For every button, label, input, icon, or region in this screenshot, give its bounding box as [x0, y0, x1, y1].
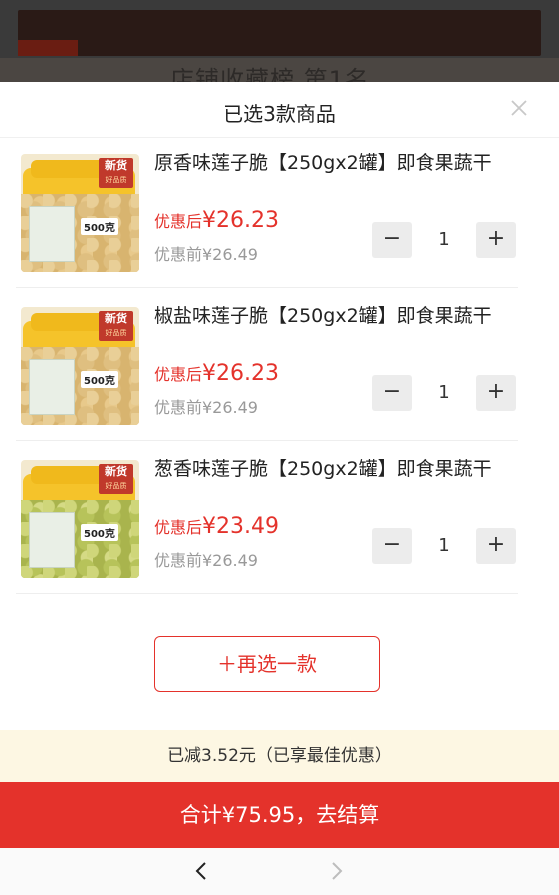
quantity-stepper: − 1 + — [372, 222, 516, 258]
increase-quantity-button[interactable]: + — [476, 222, 516, 258]
increase-quantity-button[interactable]: + — [476, 528, 516, 564]
new-goods-badge: 新货 好品质 — [99, 464, 133, 494]
product-title[interactable]: 原香味莲子脆【250gx2罐】即食果蔬干 — [154, 150, 516, 176]
quantity-value[interactable]: 1 — [412, 222, 476, 258]
price-after-discount: 优惠后¥26.23 — [154, 208, 279, 233]
quantity-stepper: − 1 + — [372, 528, 516, 564]
selected-items-sheet: 已选3款商品 500克 新货 好品质 原香味莲子脆【250gx2罐】即食果蔬干 优… — [0, 82, 559, 895]
product-image[interactable]: 500克 新货 好品质 — [21, 154, 139, 272]
chevron-left-icon[interactable] — [186, 856, 216, 886]
price-after-discount: 优惠后¥26.23 — [154, 361, 279, 386]
decrease-quantity-button[interactable]: − — [372, 528, 412, 564]
product-image[interactable]: 500克 新货 好品质 — [21, 460, 139, 578]
price-before-discount: 优惠前¥26.49 — [154, 398, 258, 417]
price-before-discount: 优惠前¥26.49 — [154, 551, 258, 570]
product-title[interactable]: 椒盐味莲子脆【250gx2罐】即食果蔬干 — [154, 303, 516, 329]
add-another-item-button[interactable]: ＋再选一款 — [154, 636, 380, 692]
browser-nav-bar — [0, 848, 559, 895]
sheet-title: 已选3款商品 — [223, 102, 336, 126]
chevron-right-icon[interactable] — [322, 856, 352, 886]
price-before-discount: 优惠前¥26.49 — [154, 245, 258, 264]
quantity-stepper: − 1 + — [372, 375, 516, 411]
decrease-quantity-button[interactable]: − — [372, 375, 412, 411]
decrease-quantity-button[interactable]: − — [372, 222, 412, 258]
quantity-value[interactable]: 1 — [412, 528, 476, 564]
background-page-dimmed: 店铺收藏榜 第1名 — [0, 0, 559, 82]
new-goods-badge: 新货 好品质 — [99, 311, 133, 341]
discount-summary: 已减3.52元（已享最佳优惠） — [0, 730, 559, 782]
new-goods-badge: 新货 好品质 — [99, 158, 133, 188]
background-banner-text: 店铺收藏榜 第1名 — [170, 66, 370, 82]
quantity-value[interactable]: 1 — [412, 375, 476, 411]
product-item: 500克 新货 好品质 葱香味莲子脆【250gx2罐】即食果蔬干 优惠后¥23.4… — [16, 444, 518, 594]
close-icon[interactable] — [507, 96, 531, 120]
increase-quantity-button[interactable]: + — [476, 375, 516, 411]
product-title[interactable]: 葱香味莲子脆【250gx2罐】即食果蔬干 — [154, 456, 516, 482]
product-item: 500克 新货 好品质 原香味莲子脆【250gx2罐】即食果蔬干 优惠后¥26.2… — [16, 138, 518, 288]
product-image[interactable]: 500克 新货 好品质 — [21, 307, 139, 425]
background-banner — [18, 10, 541, 56]
price-after-discount: 优惠后¥23.49 — [154, 514, 279, 539]
checkout-button[interactable]: 合计¥75.95，去结算 — [0, 782, 559, 848]
sheet-header: 已选3款商品 — [0, 82, 559, 138]
product-item: 500克 新货 好品质 椒盐味莲子脆【250gx2罐】即食果蔬干 优惠后¥26.2… — [16, 291, 518, 441]
